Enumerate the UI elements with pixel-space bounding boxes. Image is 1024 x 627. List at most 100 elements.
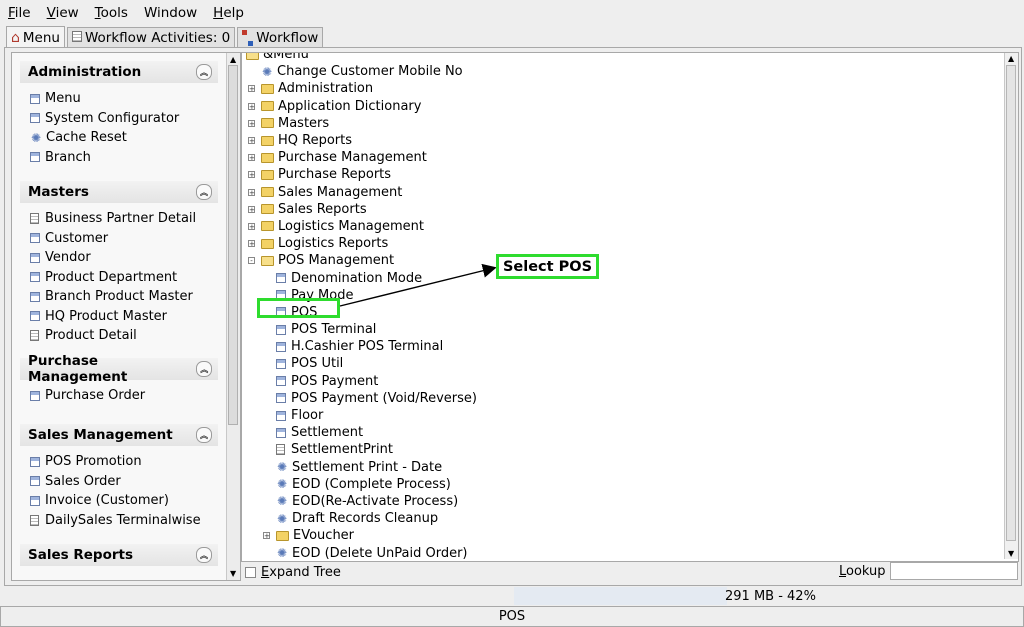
tree-node[interactable]: + Application Dictionary: [242, 98, 1004, 115]
sidebar-item-hq-product-master[interactable]: HQ Product Master: [30, 307, 226, 327]
tree-node[interactable]: + HQ Reports: [242, 132, 1004, 149]
sidebar-item-sales-order[interactable]: Sales Order: [30, 472, 226, 492]
tree-node[interactable]: - POS Management: [242, 252, 1004, 269]
sidebar-group-header[interactable]: Sales Management ︽: [20, 424, 218, 446]
sidebar-group-header[interactable]: Sales Reports ︽: [20, 544, 218, 566]
expand-icon[interactable]: +: [248, 205, 255, 213]
expand-icon[interactable]: +: [248, 240, 255, 248]
expand-icon[interactable]: +: [248, 102, 255, 110]
sidebar-item-label: Product Department: [45, 269, 178, 285]
tree-node[interactable]: POS Payment (Void/Reverse): [242, 390, 1004, 407]
memory-indicator[interactable]: 291 MB - 42%: [514, 587, 1022, 605]
menu-tools[interactable]: Tools: [87, 5, 136, 21]
sidebar-item-branch[interactable]: Branch: [30, 148, 226, 168]
window-icon: [30, 93, 40, 104]
folder-icon: [261, 135, 274, 146]
tree-scroll-thumb[interactable]: [1006, 65, 1016, 541]
scroll-down-icon[interactable]: ▼: [1008, 549, 1014, 558]
tree-scrollbar[interactable]: ▲ ▼: [1004, 53, 1018, 559]
tree-node[interactable]: + Sales Management: [242, 184, 1004, 201]
tab-workflow-activities-0[interactable]: Workflow Activities: 0: [66, 27, 236, 48]
sidebar-item-purchase-order[interactable]: Purchase Order: [30, 386, 226, 406]
scroll-up-icon[interactable]: ▲: [1008, 54, 1014, 63]
tree-node[interactable]: ✺ Settlement Print - Date: [242, 459, 1004, 476]
tree-node[interactable]: Settlement: [242, 424, 1004, 441]
tree-node[interactable]: Floor: [242, 407, 1004, 424]
window-icon: [30, 390, 40, 401]
lookup-input[interactable]: [890, 562, 1018, 580]
sidebar-item-invoice-customer[interactable]: Invoice (Customer): [30, 491, 226, 511]
tree-node[interactable]: + Logistics Reports: [242, 235, 1004, 252]
expand-icon[interactable]: +: [248, 136, 255, 144]
sidebar-group-header[interactable]: Administration ︽: [20, 61, 218, 83]
menu-help[interactable]: Help: [205, 5, 252, 21]
tree-node[interactable]: ✺ Change Customer Mobile No: [242, 63, 1004, 80]
tab-menu[interactable]: ⌂ Menu: [6, 26, 65, 48]
expand-icon[interactable]: +: [248, 154, 255, 162]
tree-node[interactable]: + Masters: [242, 115, 1004, 132]
window-icon: [30, 495, 40, 506]
process-gear-icon: ✺: [276, 546, 288, 561]
tree-node[interactable]: H.Cashier POS Terminal: [242, 338, 1004, 355]
tree-node[interactable]: + Sales Reports: [242, 201, 1004, 218]
sidebar-item-customer[interactable]: Customer: [30, 229, 226, 249]
menu-view[interactable]: View: [39, 5, 87, 21]
tree-node[interactable]: ✺ EOD (Delete UnPaid Order): [242, 544, 1004, 561]
expand-tree-checkbox[interactable]: [245, 566, 256, 578]
sidebar-item-label: Product Detail: [45, 328, 137, 344]
tree-node[interactable]: Denomination Mode: [242, 269, 1004, 286]
sidebar-item-menu[interactable]: Menu: [30, 89, 226, 109]
sidebar-item-product-detail[interactable]: Product Detail: [30, 326, 226, 346]
scroll-down-icon[interactable]: ▼: [230, 569, 236, 578]
tree-node[interactable]: POS Util: [242, 355, 1004, 372]
collapse-icon[interactable]: ︽: [196, 184, 212, 200]
sidebar-scrollbar[interactable]: ▲ ▼: [226, 53, 240, 580]
tree-node[interactable]: Pay Mode: [242, 287, 1004, 304]
sidebar-item-product-department[interactable]: Product Department: [30, 268, 226, 288]
tree-node[interactable]: ✺ EOD (Complete Process): [242, 476, 1004, 493]
collapse-node-icon[interactable]: -: [248, 257, 255, 265]
collapse-icon[interactable]: ︽: [196, 64, 212, 80]
expand-icon[interactable]: +: [248, 222, 255, 230]
sidebar-item-dailysales-terminalwise[interactable]: DailySales Terminalwise: [30, 511, 226, 531]
menu-window[interactable]: Window: [136, 5, 205, 21]
collapse-icon[interactable]: ︽: [196, 547, 212, 563]
sidebar-item-business-partner-detail[interactable]: Business Partner Detail: [30, 209, 226, 229]
tree-node-label: POS Util: [291, 356, 344, 372]
expand-icon[interactable]: +: [248, 119, 255, 127]
collapse-icon[interactable]: ︽: [196, 427, 212, 443]
tab-workflow[interactable]: Workflow: [237, 27, 324, 48]
expand-icon[interactable]: +: [248, 188, 255, 196]
tree-node[interactable]: SettlementPrint: [242, 441, 1004, 458]
expand-icon[interactable]: +: [263, 532, 270, 540]
sidebar-item-branch-product-master[interactable]: Branch Product Master: [30, 287, 226, 307]
collapse-icon[interactable]: ︽: [196, 361, 212, 377]
tree-node[interactable]: POS Terminal: [242, 321, 1004, 338]
tree-node[interactable]: + Administration: [242, 80, 1004, 97]
scroll-up-icon[interactable]: ▲: [230, 55, 236, 64]
sidebar-item-vendor[interactable]: Vendor: [30, 248, 226, 268]
tree-node[interactable]: + Logistics Management: [242, 218, 1004, 235]
tree-node[interactable]: ✺ Draft Records Cleanup: [242, 510, 1004, 527]
tree-node-label: Sales Reports: [278, 201, 367, 217]
expand-tree-label[interactable]: Expand Tree: [261, 565, 341, 580]
sidebar-group-header[interactable]: Masters ︽: [20, 181, 218, 203]
tree-node[interactable]: ✺ EOD(Re-Activate Process): [242, 493, 1004, 510]
window-icon: [30, 272, 40, 283]
tree-node[interactable]: POS Payment: [242, 373, 1004, 390]
sidebar-group-header[interactable]: Purchase Management ︽: [20, 353, 218, 385]
sidebar-group-purchase-management: Purchase Management ︽ Purchase Order: [12, 353, 226, 414]
tree-node[interactable]: POS: [242, 304, 1004, 321]
sidebar-item-cache-reset[interactable]: ✺ Cache Reset: [30, 128, 226, 148]
expand-icon[interactable]: +: [248, 171, 255, 179]
sidebar-scroll-thumb[interactable]: [228, 65, 238, 425]
sidebar-item-pos-promotion[interactable]: POS Promotion: [30, 452, 226, 472]
tree-node[interactable]: + Purchase Reports: [242, 166, 1004, 183]
window-icon: [30, 252, 40, 263]
sidebar-item-system-configurator[interactable]: System Configurator: [30, 109, 226, 129]
tree-node[interactable]: &Menu: [242, 53, 1004, 63]
tree-node[interactable]: + EVoucher: [242, 527, 1004, 544]
tree-node[interactable]: + Purchase Management: [242, 149, 1004, 166]
menu-file[interactable]: File: [0, 5, 39, 21]
expand-icon[interactable]: +: [248, 85, 255, 93]
